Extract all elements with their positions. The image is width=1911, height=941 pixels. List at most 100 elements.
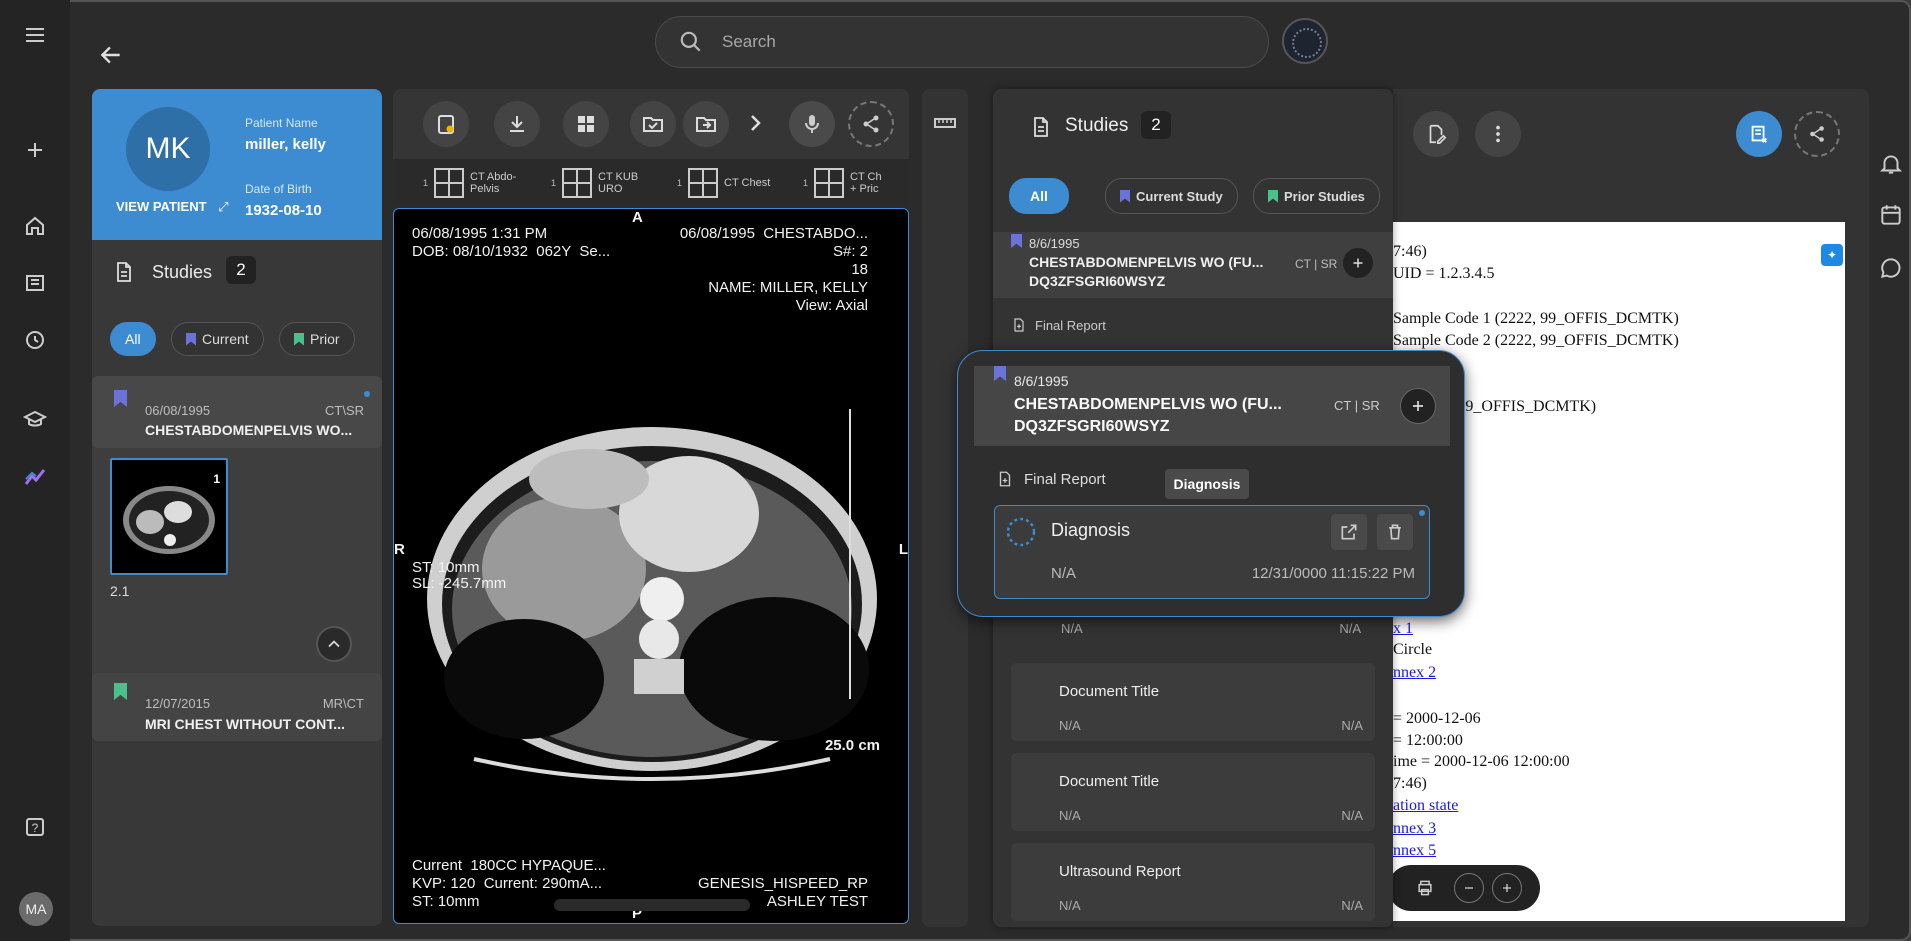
document-title: Document Title (1059, 773, 1160, 790)
add-study-button[interactable] (1400, 388, 1436, 424)
document-line: Circle (1393, 641, 1433, 658)
chat-icon[interactable] (1878, 255, 1904, 281)
history-icon[interactable] (20, 325, 50, 355)
analytics-icon[interactable] (20, 462, 50, 492)
delete-report-button[interactable] (1377, 514, 1413, 550)
document-link[interactable]: nnex 2 (1393, 664, 1436, 682)
document-link[interactable]: nnex 5 (1393, 842, 1436, 860)
add-study-button[interactable] (1343, 248, 1373, 278)
series-strip: 1 CT Abdo- Pelvis 1 CT KUB URO 1 CT Ches… (393, 159, 909, 205)
orientation-top: A (632, 209, 643, 226)
search-input[interactable] (722, 32, 1222, 52)
layout-button[interactable] (563, 101, 609, 147)
scale-ruler (849, 409, 851, 699)
dictation-button[interactable] (789, 101, 835, 147)
series-item[interactable]: 1 CT Abdo- Pelvis (423, 166, 516, 200)
zoom-in-button[interactable] (1492, 873, 1522, 903)
unread-dot (364, 391, 370, 397)
document-line: = 2000-12-06 (1393, 710, 1481, 727)
select-study-button[interactable] (630, 101, 676, 147)
filter-label: All (125, 331, 141, 347)
overlay-text: GENESIS_HISPEED_RP (697, 875, 868, 892)
series-thumbnail[interactable]: 1 (110, 458, 228, 575)
document-card[interactable]: Document Title N/A N/A (1011, 663, 1375, 741)
clipboard-icon (438, 115, 454, 134)
filter-label: Prior (310, 331, 340, 347)
chevron-right-icon[interactable] (743, 111, 767, 140)
study-row[interactable]: 8/6/1995 CHESTABDOMENPELVIS WO (FU... DQ… (974, 366, 1450, 446)
back-arrow-icon[interactable] (98, 42, 130, 72)
report-card[interactable]: Diagnosis N/A 12/31/0000 11:15:22 PM (994, 505, 1430, 599)
study-row[interactable]: 8/6/1995 CHESTABDOMENPELVIS WO (FU... DQ… (993, 232, 1393, 298)
more-options-button[interactable] (1475, 111, 1521, 157)
overlay-text: 18 (851, 261, 868, 278)
ruler-icon (934, 118, 956, 128)
close-report-button[interactable] (1736, 111, 1782, 157)
overlay-text: 06/08/1995 CHESTABDO... (679, 225, 868, 242)
add-icon[interactable] (20, 135, 50, 165)
patient-name-label: Patient Name (245, 116, 318, 130)
ai-sparkle-icon[interactable]: ✦ (1821, 244, 1843, 266)
print-button[interactable] (1408, 871, 1442, 905)
calendar-icon[interactable] (1878, 202, 1904, 228)
study-item[interactable]: 12/07/2015 MR\CT MRI CHEST WITHOUT CONT.… (92, 673, 382, 741)
document-value: N/A (1341, 718, 1363, 733)
edit-document-icon (1429, 124, 1447, 144)
worklist-icon[interactable] (20, 268, 50, 298)
filter-prior[interactable]: Prior (279, 322, 355, 356)
open-report-button[interactable] (1331, 514, 1367, 550)
viewport-scrollbar[interactable] (554, 899, 750, 911)
diagnosis-tooltip: Diagnosis (1165, 469, 1249, 499)
home-icon[interactable] (20, 211, 50, 241)
share-icon (1810, 126, 1824, 142)
download-button[interactable] (494, 101, 540, 147)
filter-label: Prior Studies (1284, 188, 1365, 204)
view-patient-link[interactable]: VIEW PATIENT ⤢ (116, 199, 229, 215)
studies-title: Studies (152, 262, 213, 282)
user-avatar[interactable]: MA (19, 892, 53, 926)
filter-all[interactable]: All (110, 322, 156, 356)
overlay-text: 06/08/1995 1:31 PM (412, 225, 548, 242)
series-item[interactable]: 1 CT KUB URO (551, 166, 638, 200)
clipboard-report-button[interactable] (423, 101, 469, 147)
series-item[interactable]: 1 CT Ch + Pric (803, 166, 882, 200)
filter-all[interactable]: All (1009, 178, 1069, 214)
patient-name: miller, kelly (245, 136, 326, 153)
filter-prior-studies[interactable]: Prior Studies (1253, 178, 1380, 214)
report-datetime: 12/31/0000 11:15:22 PM (1251, 565, 1415, 582)
share-report-button[interactable] (1794, 111, 1840, 157)
ct-slice-image (427, 427, 877, 781)
share-button[interactable] (848, 101, 894, 147)
filter-current-study[interactable]: Current Study (1105, 178, 1238, 214)
studies-title: Studies (1065, 115, 1129, 136)
edit-document-button[interactable] (1413, 111, 1459, 157)
thumbnail-label: 2.1 (110, 583, 130, 599)
bell-icon[interactable] (1878, 151, 1904, 177)
document-card[interactable]: Document Title N/A N/A (1011, 753, 1375, 831)
search-bar[interactable] (655, 16, 1269, 68)
study-item[interactable]: 06/08/1995 CT\SR CHESTABDOMENPELVIS WO..… (92, 376, 382, 688)
move-study-button[interactable] (683, 101, 729, 147)
document-card[interactable]: Ultrasound Report N/A N/A (1011, 843, 1375, 921)
zoom-out-button[interactable] (1454, 873, 1484, 903)
document-link[interactable]: x 1 (1393, 620, 1413, 638)
thumbnail-index: 1 (213, 472, 220, 486)
education-icon[interactable] (20, 405, 50, 435)
filter-current[interactable]: Current (171, 322, 264, 356)
right-rail (1870, 89, 1911, 927)
study-date: 8/6/1995 (1014, 373, 1069, 389)
menu-icon[interactable] (20, 20, 50, 50)
document-link[interactable]: nnex 3 (1393, 820, 1436, 838)
microphone-icon (805, 115, 819, 133)
series-item[interactable]: 1 CT Chest (677, 166, 770, 200)
image-viewport[interactable]: 06/08/1995 1:31 PM DOB: 08/10/1932 062Y … (393, 208, 909, 924)
help-icon[interactable]: ? (20, 812, 50, 842)
folder-arrow-icon (696, 117, 716, 132)
document-value: N/A (1059, 718, 1081, 733)
collapse-button[interactable] (316, 626, 352, 662)
report-close-icon (1751, 125, 1767, 143)
final-report-label: Final Report (1024, 471, 1106, 488)
profile-avatar[interactable] (1282, 18, 1328, 64)
document-link[interactable]: ation state (1393, 797, 1458, 815)
document-line: = 12:00:00 (1393, 732, 1463, 749)
